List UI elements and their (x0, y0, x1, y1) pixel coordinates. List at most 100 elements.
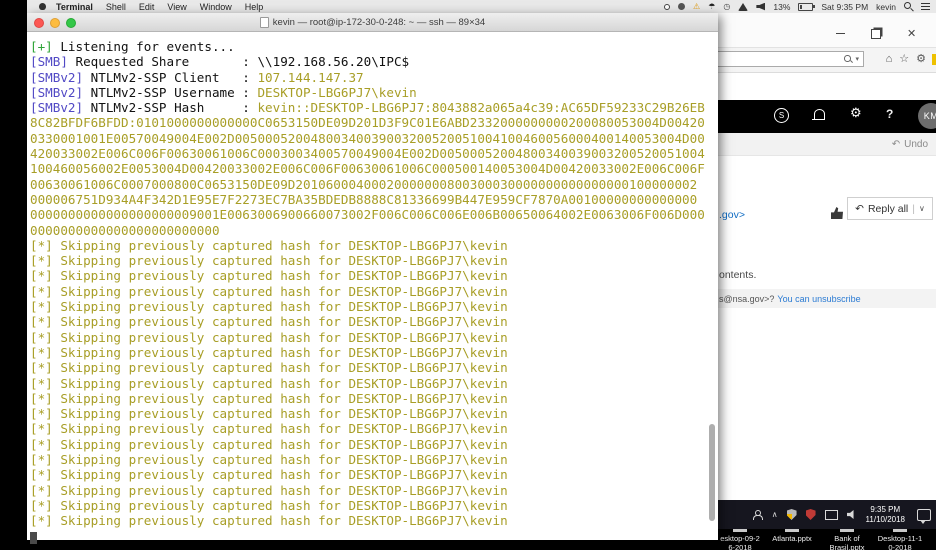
desktop-file-label: Desktop-11-1 (872, 534, 928, 543)
skype-icon[interactable]: S (774, 108, 789, 123)
help-icon[interactable]: ? (886, 107, 893, 121)
bell-icon[interactable] (814, 109, 825, 119)
avatar[interactable]: KM (918, 103, 936, 129)
terminal-line: 0000000000000000000009001E00630069006600… (30, 207, 718, 222)
document-icon (260, 17, 269, 28)
terminal-line: 000006751D934A4F342D1E95E7F2273EC7BA35BD… (30, 192, 718, 207)
zoom-button[interactable] (66, 18, 76, 28)
terminal-line: [+] Listening for events... (30, 39, 718, 54)
app-status-icon[interactable] (664, 4, 670, 10)
terminal-line: 8C82BFDF6BFDD:0101000000000000C0653150DE… (30, 115, 718, 130)
minimize-button[interactable] (836, 33, 845, 35)
undo-button[interactable]: Undo (904, 139, 928, 150)
chevron-down-icon[interactable]: ▾ (855, 55, 859, 63)
minimize-button[interactable] (50, 18, 60, 28)
menu-view[interactable]: View (167, 2, 186, 12)
restore-button[interactable] (871, 29, 881, 39)
terminal-line: [*] Skipping previously captured hash fo… (30, 452, 718, 467)
clock-icon[interactable]: ◷ (723, 2, 730, 11)
menu-bar-user[interactable]: kevin (876, 2, 896, 12)
like-thumb-icon[interactable] (831, 207, 843, 219)
terminal-line: 0330001001E00570049004E002D0050005200480… (30, 131, 718, 146)
sender-address-fragment[interactable]: .gov> (719, 209, 745, 221)
terminal-cursor (30, 532, 37, 544)
terminal-line: [*] Skipping previously captured hash fo… (30, 330, 718, 345)
gear-icon[interactable]: ⚙ (850, 105, 862, 121)
desktop-file[interactable]: Bank ofBrasil.pptx (819, 529, 875, 550)
tray-chevron-up-icon[interactable]: ∧ (772, 511, 778, 519)
terminal-line: [*] Skipping previously captured hash fo… (30, 467, 718, 482)
desktop-icons-row: esktop-09-26-2018Atlanta.pptxBank ofBras… (718, 529, 936, 550)
terminal-line: [*] Skipping previously captured hash fo… (30, 406, 718, 421)
menu-shell[interactable]: Shell (106, 2, 126, 12)
terminal-line: [*] Skipping previously captured hash fo… (30, 238, 718, 253)
apple-menu-icon[interactable] (39, 3, 46, 10)
browser-toolbar: ▾ ⌂ ☆ ⚙ (718, 47, 936, 73)
volume-icon[interactable] (756, 3, 765, 11)
antivirus-shield-icon[interactable] (806, 509, 816, 520)
address-search-input[interactable]: ▾ (718, 51, 864, 67)
gear-icon[interactable]: ⚙ (916, 51, 926, 67)
battery-icon (798, 3, 813, 11)
terminal-line: [*] Skipping previously captured hash fo… (30, 483, 718, 498)
terminal-line: [*] Skipping previously captured hash fo… (30, 268, 718, 283)
unsubscribe-link[interactable]: You can unsubscribe (777, 294, 860, 304)
window-controls: ✕ (836, 27, 936, 40)
people-tray-icon[interactable] (753, 510, 763, 520)
terminal-cursor-row (30, 529, 718, 544)
terminal-line: [*] Skipping previously captured hash fo… (30, 345, 718, 360)
reply-all-button[interactable]: ↶ Reply all | ∨ (847, 197, 933, 220)
wifi-icon[interactable] (738, 3, 748, 11)
menu-terminal[interactable]: Terminal (56, 2, 93, 12)
spotlight-search-icon[interactable] (904, 2, 913, 11)
unsubscribe-bar: s@nsa.gov>? You can unsubscribe (718, 289, 936, 308)
terminal-line: [*] Skipping previously captured hash fo… (30, 376, 718, 391)
traffic-lights (34, 18, 76, 28)
terminal-line: [SMBv2] NTLMv2-SSP Username : DESKTOP-LB… (30, 85, 718, 100)
notification-center-icon[interactable] (921, 3, 930, 11)
desktop-file[interactable]: esktop-09-26-2018 (718, 529, 768, 550)
windows-taskbar: ∧ 9:35 PM 11/10/2018 (718, 500, 936, 529)
browser-titlebar: ✕ (718, 13, 936, 47)
app-status-icon[interactable] (678, 3, 685, 10)
terminal-content[interactable]: [+] Listening for events...[SMB] Request… (27, 32, 718, 547)
favicon-partial (932, 54, 936, 65)
terminal-output: [+] Listening for events...[SMB] Request… (30, 39, 718, 544)
home-icon[interactable]: ⌂ (886, 51, 893, 67)
menu-window[interactable]: Window (200, 2, 232, 12)
action-center-icon[interactable] (917, 509, 931, 521)
desktop-file-label: Brasil.pptx (819, 543, 875, 550)
terminal-titlebar[interactable]: kevin — root@ip-172-30-0-248: ~ — ssh — … (27, 13, 718, 32)
warning-icon[interactable]: ⚠ (693, 3, 700, 11)
desktop-file-label: esktop-09-2 (718, 534, 768, 543)
terminal-line: [SMBv2] NTLMv2-SSP Hash : kevin::DESKTOP… (30, 100, 718, 115)
menu-bar-clock[interactable]: Sat 9:35 PM (821, 2, 868, 12)
terminal-line: [*] Skipping previously captured hash fo… (30, 299, 718, 314)
taskbar-time: 9:35 PM (866, 505, 905, 515)
menu-bar-menus: Terminal Shell Edit View Window Help (56, 2, 263, 12)
menu-edit[interactable]: Edit (139, 2, 155, 12)
close-button[interactable]: ✕ (907, 27, 916, 40)
terminal-line: [*] Skipping previously captured hash fo… (30, 391, 718, 406)
volume-tray-icon[interactable] (847, 510, 857, 519)
network-tray-icon[interactable] (825, 510, 838, 520)
email-body-fragment: ontents. (719, 269, 756, 281)
favorites-star-icon[interactable]: ☆ (899, 51, 909, 67)
scrollbar-thumb[interactable] (709, 424, 715, 521)
desktop-file[interactable]: Desktop-11-10-2018 (872, 529, 928, 550)
menu-help[interactable]: Help (245, 2, 264, 12)
defender-shield-icon[interactable] (787, 509, 797, 520)
chevron-down-icon[interactable]: ∨ (919, 204, 925, 213)
desktop-file-label: 6-2018 (718, 543, 768, 550)
terminal-line: [SMBv2] NTLMv2-SSP Client : 107.144.147.… (30, 70, 718, 85)
terminal-line: [*] Skipping previously captured hash fo… (30, 360, 718, 375)
terminal-line: 100460056002E0053004D00420033002E006C006… (30, 161, 718, 176)
close-button[interactable] (34, 18, 44, 28)
terminal-window: kevin — root@ip-172-30-0-248: ~ — ssh — … (27, 13, 718, 540)
taskbar-clock[interactable]: 9:35 PM 11/10/2018 (866, 505, 905, 525)
terminal-line: 00630061006C0007000800C0653150DE09D20106… (30, 177, 718, 192)
terminal-line: [*] Skipping previously captured hash fo… (30, 314, 718, 329)
terminal-line: [*] Skipping previously captured hash fo… (30, 284, 718, 299)
desktop-file[interactable]: Atlanta.pptx (764, 529, 820, 543)
umbrella-icon[interactable]: ☂ (708, 3, 715, 11)
